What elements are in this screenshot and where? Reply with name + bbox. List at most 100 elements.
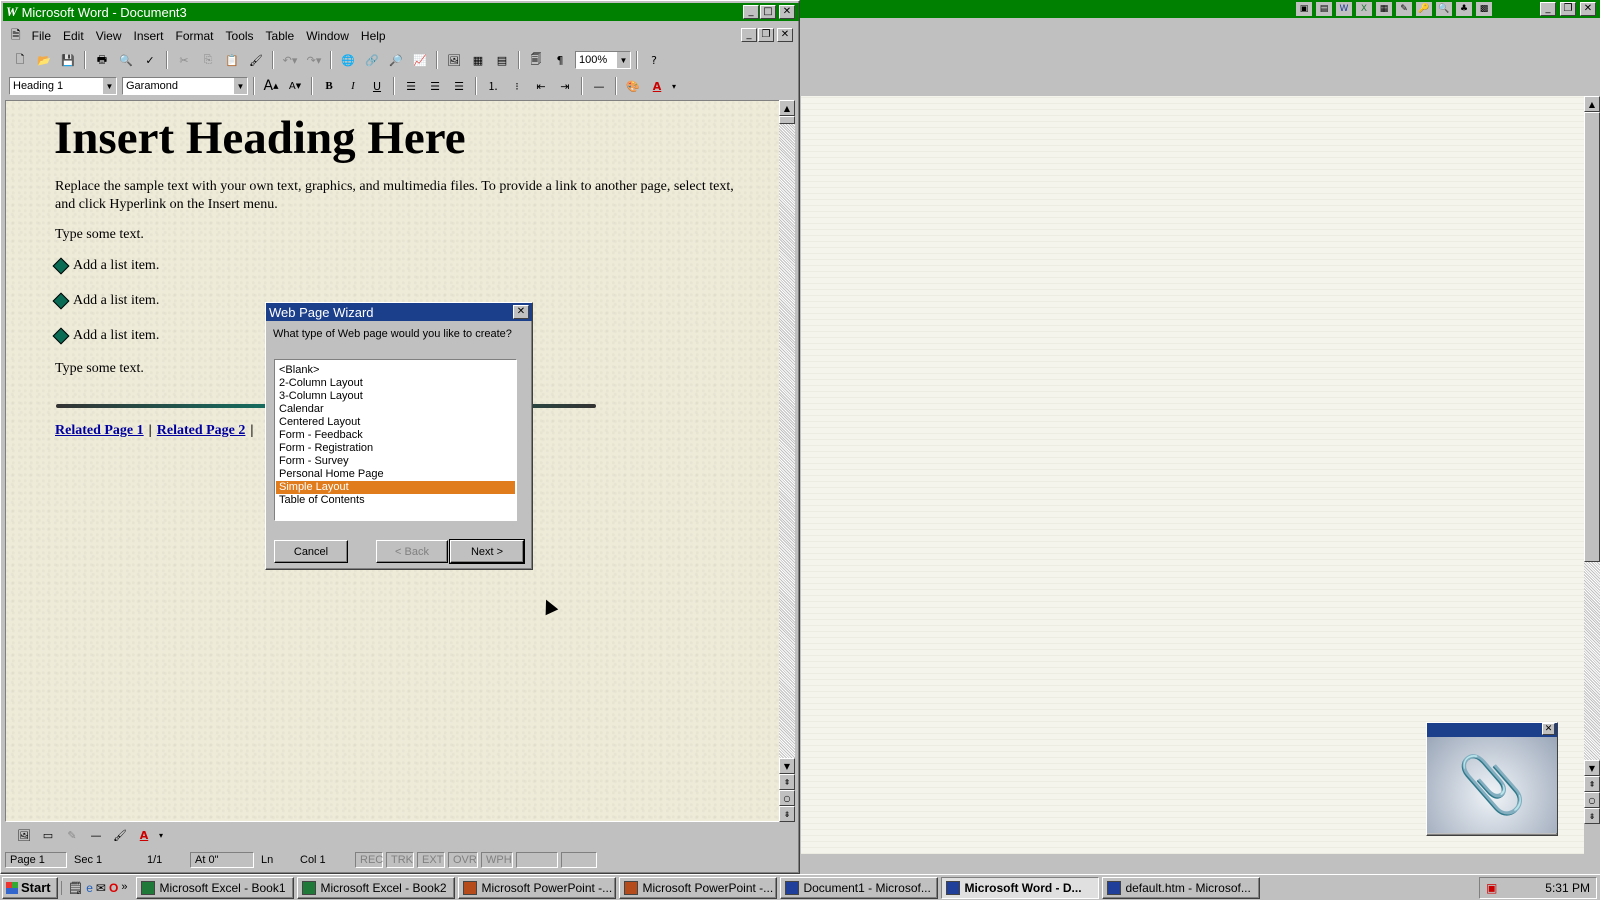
related-page-2-link[interactable]: Related Page 2 — [157, 423, 246, 439]
list-item[interactable]: Form - Registration — [276, 442, 515, 455]
insert-picture-icon[interactable]: 🖼 — [443, 50, 465, 71]
maximize-icon[interactable]: □ — [760, 5, 776, 19]
status-trk[interactable]: TRK — [386, 852, 414, 868]
scroll-thumb[interactable] — [779, 116, 795, 124]
line-icon[interactable]: — — [85, 825, 107, 846]
office-assistant[interactable]: ✕ 📎 — [1426, 722, 1558, 836]
background-icon[interactable]: 🎨 — [622, 76, 644, 97]
chevron-down-icon[interactable]: ▼ — [616, 52, 630, 68]
cut-icon[interactable]: ✂ — [173, 50, 195, 71]
grow-font-icon[interactable]: A ▲ — [260, 76, 282, 97]
assistant-title-bar[interactable]: ✕ — [1427, 723, 1557, 737]
list-item-selected[interactable]: Simple Layout — [276, 481, 515, 494]
align-center-icon[interactable]: ☰ — [424, 76, 446, 97]
web-page-preview-icon[interactable]: 🔎 — [385, 50, 407, 71]
horizontal-line-icon[interactable]: — — [588, 76, 610, 97]
spelling-icon[interactable]: ✓ — [139, 50, 161, 71]
list-item[interactable]: Personal Home Page — [276, 468, 515, 481]
next-page-icon[interactable]: ⇟ — [779, 806, 795, 822]
chevron-down-icon[interactable]: ▼ — [233, 78, 247, 94]
increase-indent-icon[interactable]: ⇥ — [554, 76, 576, 97]
word-title-bar[interactable]: W Microsoft Word - Document3 _ □ ✕ — [3, 3, 799, 21]
scroll-thumb[interactable] — [1584, 112, 1600, 562]
redo-icon[interactable]: ↷▾ — [303, 50, 325, 71]
table-icon[interactable]: ▤ — [491, 50, 513, 71]
help-icon[interactable]: ? — [643, 50, 665, 71]
new-icon[interactable]: 🗋 — [9, 50, 31, 71]
office-bar-icon[interactable]: ▣ — [1296, 2, 1312, 16]
outlook-icon[interactable]: ✉ — [96, 881, 106, 895]
office-bar-icon[interactable]: 🔍 — [1436, 2, 1452, 16]
menu-format[interactable]: Format — [171, 29, 219, 43]
select-browse-object-icon[interactable]: ○ — [779, 790, 795, 806]
align-right-icon[interactable]: ☰ — [448, 76, 470, 97]
document-icon[interactable]: 🗎 — [7, 26, 25, 47]
list-item[interactable]: Form - Feedback — [276, 429, 515, 442]
menu-window[interactable]: Window — [301, 29, 354, 43]
underline-icon[interactable]: U — [366, 76, 388, 97]
restore-icon[interactable]: ❐ — [1560, 2, 1576, 16]
excel-shortcut-icon[interactable]: X — [1356, 2, 1372, 16]
taskbar-item[interactable]: Microsoft Excel - Book2 — [297, 876, 456, 899]
doc-restore-icon[interactable]: ❐ — [758, 28, 774, 42]
paste-icon[interactable]: 📋 — [221, 50, 243, 71]
list-item[interactable]: 3-Column Layout — [276, 390, 515, 403]
select-browse-object-icon[interactable]: ○ — [1584, 792, 1600, 808]
cancel-button[interactable]: Cancel — [274, 540, 348, 563]
list-item[interactable]: Calendar — [276, 403, 515, 416]
previous-page-icon[interactable]: ⇞ — [779, 774, 795, 790]
taskbar-item-active[interactable]: Microsoft Word - D... — [941, 876, 1100, 899]
office-bar-icon[interactable]: ♣ — [1456, 2, 1472, 16]
show-hide-icon[interactable]: ¶ — [549, 50, 571, 71]
list-item[interactable]: Centered Layout — [276, 416, 515, 429]
menu-insert[interactable]: Insert — [128, 29, 168, 43]
document-map-icon[interactable]: 🗐 — [525, 50, 547, 71]
menu-tools[interactable]: Tools — [221, 29, 259, 43]
align-left-icon[interactable]: ☰ — [400, 76, 422, 97]
close-icon[interactable]: ✕ — [513, 305, 529, 319]
style-select[interactable]: Heading 1 ▼ — [9, 77, 117, 95]
copy-icon[interactable]: ⎘ — [197, 50, 219, 71]
insert-table-icon[interactable]: ▦ — [467, 50, 489, 71]
decrease-indent-icon[interactable]: ⇤ — [530, 76, 552, 97]
minimize-icon[interactable]: _ — [743, 5, 759, 19]
word-shortcut-icon[interactable]: W — [1336, 2, 1352, 16]
scroll-down-icon[interactable]: ▼ — [779, 758, 795, 774]
italic-icon[interactable]: I — [342, 76, 364, 97]
status-wph[interactable]: WPH — [481, 852, 513, 868]
taskbar-item[interactable]: Microsoft Excel - Book1 — [136, 876, 295, 899]
office-bar-icon[interactable]: ▩ — [1476, 2, 1492, 16]
font-color-icon[interactable]: A — [133, 825, 155, 846]
close-icon[interactable]: ✕ — [1542, 723, 1555, 735]
status-ovr[interactable]: OVR — [448, 852, 478, 868]
page-type-list[interactable]: <Blank> 2-Column Layout 3-Column Layout … — [274, 359, 517, 521]
numbering-icon[interactable]: ⒈ — [482, 76, 504, 97]
tray-icon[interactable]: ▣ — [1486, 881, 1497, 895]
opera-icon[interactable]: O — [109, 881, 118, 895]
chevron-down-icon[interactable]: ▾ — [157, 825, 165, 846]
save-icon[interactable]: 💾 — [57, 50, 79, 71]
quick-launch-icon[interactable]: 🗒 — [68, 881, 83, 895]
start-button[interactable]: Start — [2, 876, 58, 899]
more-icon[interactable]: » — [121, 881, 127, 895]
list-item[interactable]: 2-Column Layout — [276, 377, 515, 390]
chevron-down-icon[interactable]: ▼ — [102, 78, 116, 94]
scroll-up-icon[interactable]: ▲ — [1584, 96, 1600, 112]
bold-icon[interactable]: B — [318, 76, 340, 97]
menu-view[interactable]: View — [91, 29, 127, 43]
menu-file[interactable]: File — [27, 29, 56, 43]
status-rec[interactable]: REC — [355, 852, 383, 868]
chevron-down-icon[interactable]: ▾ — [670, 76, 678, 97]
back-button[interactable]: < Back — [376, 540, 448, 563]
print-preview-icon[interactable]: 🔍 — [115, 50, 137, 71]
clippy-icon[interactable]: 📎 — [1427, 737, 1557, 833]
office-shortcut-bar[interactable]: ▣ ▤ W X ▦ ✎ 🔑 🔍 ♣ ▩ _ ❐ ✕ — [800, 0, 1600, 18]
background-scrollbar[interactable]: ▲ ▼ ⇞ ○ ⇟ — [1584, 96, 1600, 824]
insert-picture-icon[interactable]: 🖼 — [13, 825, 35, 846]
open-icon[interactable]: 📂 — [33, 50, 55, 71]
format-painter-icon[interactable]: 🖌 — [245, 50, 267, 71]
doc-close-icon[interactable]: ✕ — [777, 28, 793, 42]
office-bar-icon[interactable]: ▦ — [1376, 2, 1392, 16]
taskbar-item[interactable]: Microsoft PowerPoint -... — [619, 876, 778, 899]
font-select[interactable]: Garamond ▼ — [122, 77, 248, 95]
